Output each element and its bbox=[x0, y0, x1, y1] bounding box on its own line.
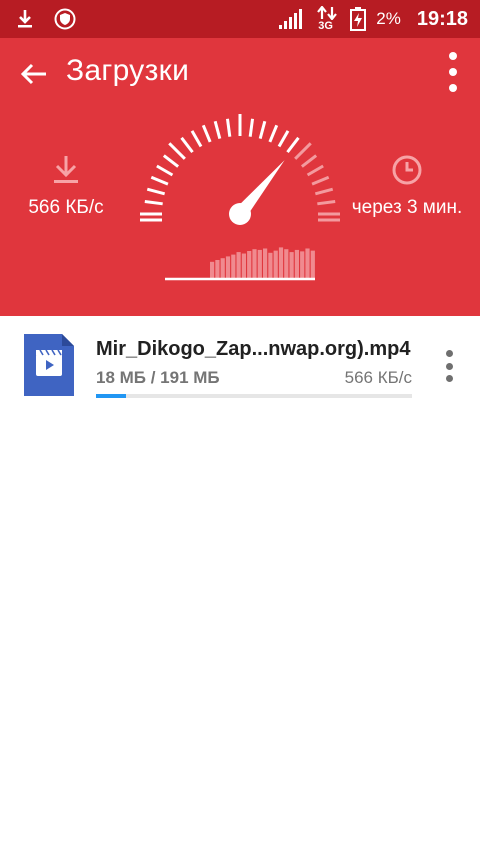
file-speed: 566 КБ/с bbox=[344, 368, 412, 387]
more-options-button[interactable] bbox=[446, 52, 460, 92]
gauge-tick bbox=[268, 124, 279, 143]
gauge-tick bbox=[294, 142, 312, 160]
speed-history-bar bbox=[305, 248, 310, 278]
downloads-header: Загрузки 566 КБ/с через 3 мин. bbox=[0, 38, 480, 316]
download-icon bbox=[18, 10, 32, 28]
item-menu-button[interactable] bbox=[444, 350, 454, 382]
speed-history-bar bbox=[310, 250, 315, 278]
speed-stat: 566 КБ/с bbox=[18, 154, 114, 219]
speed-history-bar bbox=[215, 260, 220, 278]
speed-history-bar bbox=[278, 247, 284, 278]
file-size: 18 МБ / 191 МБ bbox=[96, 368, 220, 387]
gauge-tick bbox=[311, 175, 330, 186]
gauge-tick bbox=[190, 130, 203, 148]
gauge-tick bbox=[306, 164, 324, 177]
download-item[interactable]: Mir_Dikogo_Zap...nwap.org).mp4 18 МБ / 1… bbox=[0, 316, 480, 412]
download-speed: 566 КБ/с bbox=[28, 197, 104, 218]
back-button[interactable] bbox=[16, 56, 52, 92]
status-bar: 3G 2% 19:18 bbox=[0, 0, 480, 38]
gauge-tick bbox=[213, 120, 222, 140]
gauge-tick bbox=[286, 136, 300, 154]
arrow-left-icon bbox=[20, 63, 46, 85]
gauge-tick bbox=[277, 130, 290, 148]
download-arrow-icon bbox=[54, 156, 78, 183]
gauge-tick bbox=[300, 154, 318, 168]
speed-history-bar bbox=[231, 254, 236, 278]
speed-history-bar bbox=[294, 249, 299, 278]
download-progress-bar bbox=[96, 394, 412, 398]
clock-icon bbox=[392, 155, 422, 185]
gauge-tick bbox=[225, 118, 232, 137]
battery-charging-icon bbox=[350, 7, 367, 31]
data-transfer-icon: 3G bbox=[316, 6, 340, 32]
eta-stat: через 3 мин. bbox=[342, 154, 472, 219]
speed-history-bar bbox=[252, 249, 257, 278]
gauge-tick bbox=[180, 136, 194, 154]
gauge-hub bbox=[229, 203, 251, 225]
shield-icon bbox=[54, 8, 76, 30]
speed-history-bar bbox=[300, 251, 305, 278]
more-vert-icon bbox=[449, 52, 457, 60]
gauge-tick bbox=[156, 164, 174, 177]
speed-history-bar bbox=[247, 251, 252, 278]
gauge-tick bbox=[150, 175, 169, 186]
speed-history-bar bbox=[241, 253, 246, 278]
clock-time: 19:18 bbox=[416, 7, 468, 30]
speed-history-bar bbox=[284, 249, 289, 278]
file-name: Mir_Dikogo_Zap...nwap.org).mp4 bbox=[96, 338, 411, 360]
speed-history-bar bbox=[236, 252, 241, 278]
speed-history-bar bbox=[268, 252, 273, 278]
network-type: 3G bbox=[318, 20, 333, 32]
signal-icon bbox=[279, 9, 303, 29]
speed-history-bar bbox=[289, 252, 294, 278]
gauge-tick bbox=[317, 199, 336, 206]
gauge-tick bbox=[248, 118, 255, 137]
gauge-tick bbox=[258, 120, 267, 140]
page-title: Загрузки bbox=[66, 54, 190, 87]
speed-history-bar bbox=[220, 258, 225, 278]
speed-history-bar bbox=[263, 248, 268, 278]
more-vert-icon bbox=[445, 350, 453, 357]
gauge-tick bbox=[162, 154, 180, 168]
gauge-tick bbox=[144, 199, 163, 206]
download-progress-fill bbox=[96, 394, 126, 398]
speed-history-bar bbox=[273, 250, 278, 278]
gauge-tick bbox=[168, 142, 186, 160]
gauge-tick bbox=[314, 187, 334, 196]
battery-percent: 2% bbox=[376, 9, 401, 28]
speed-history-bar bbox=[257, 249, 262, 278]
speed-history-bar bbox=[210, 261, 215, 278]
gauge-tick bbox=[201, 124, 212, 143]
eta-time: через 3 мин. bbox=[351, 197, 463, 218]
speed-gauge bbox=[140, 114, 340, 281]
gauge-tick bbox=[146, 187, 166, 196]
speed-history-bar bbox=[225, 256, 231, 278]
video-file-icon bbox=[24, 334, 74, 396]
